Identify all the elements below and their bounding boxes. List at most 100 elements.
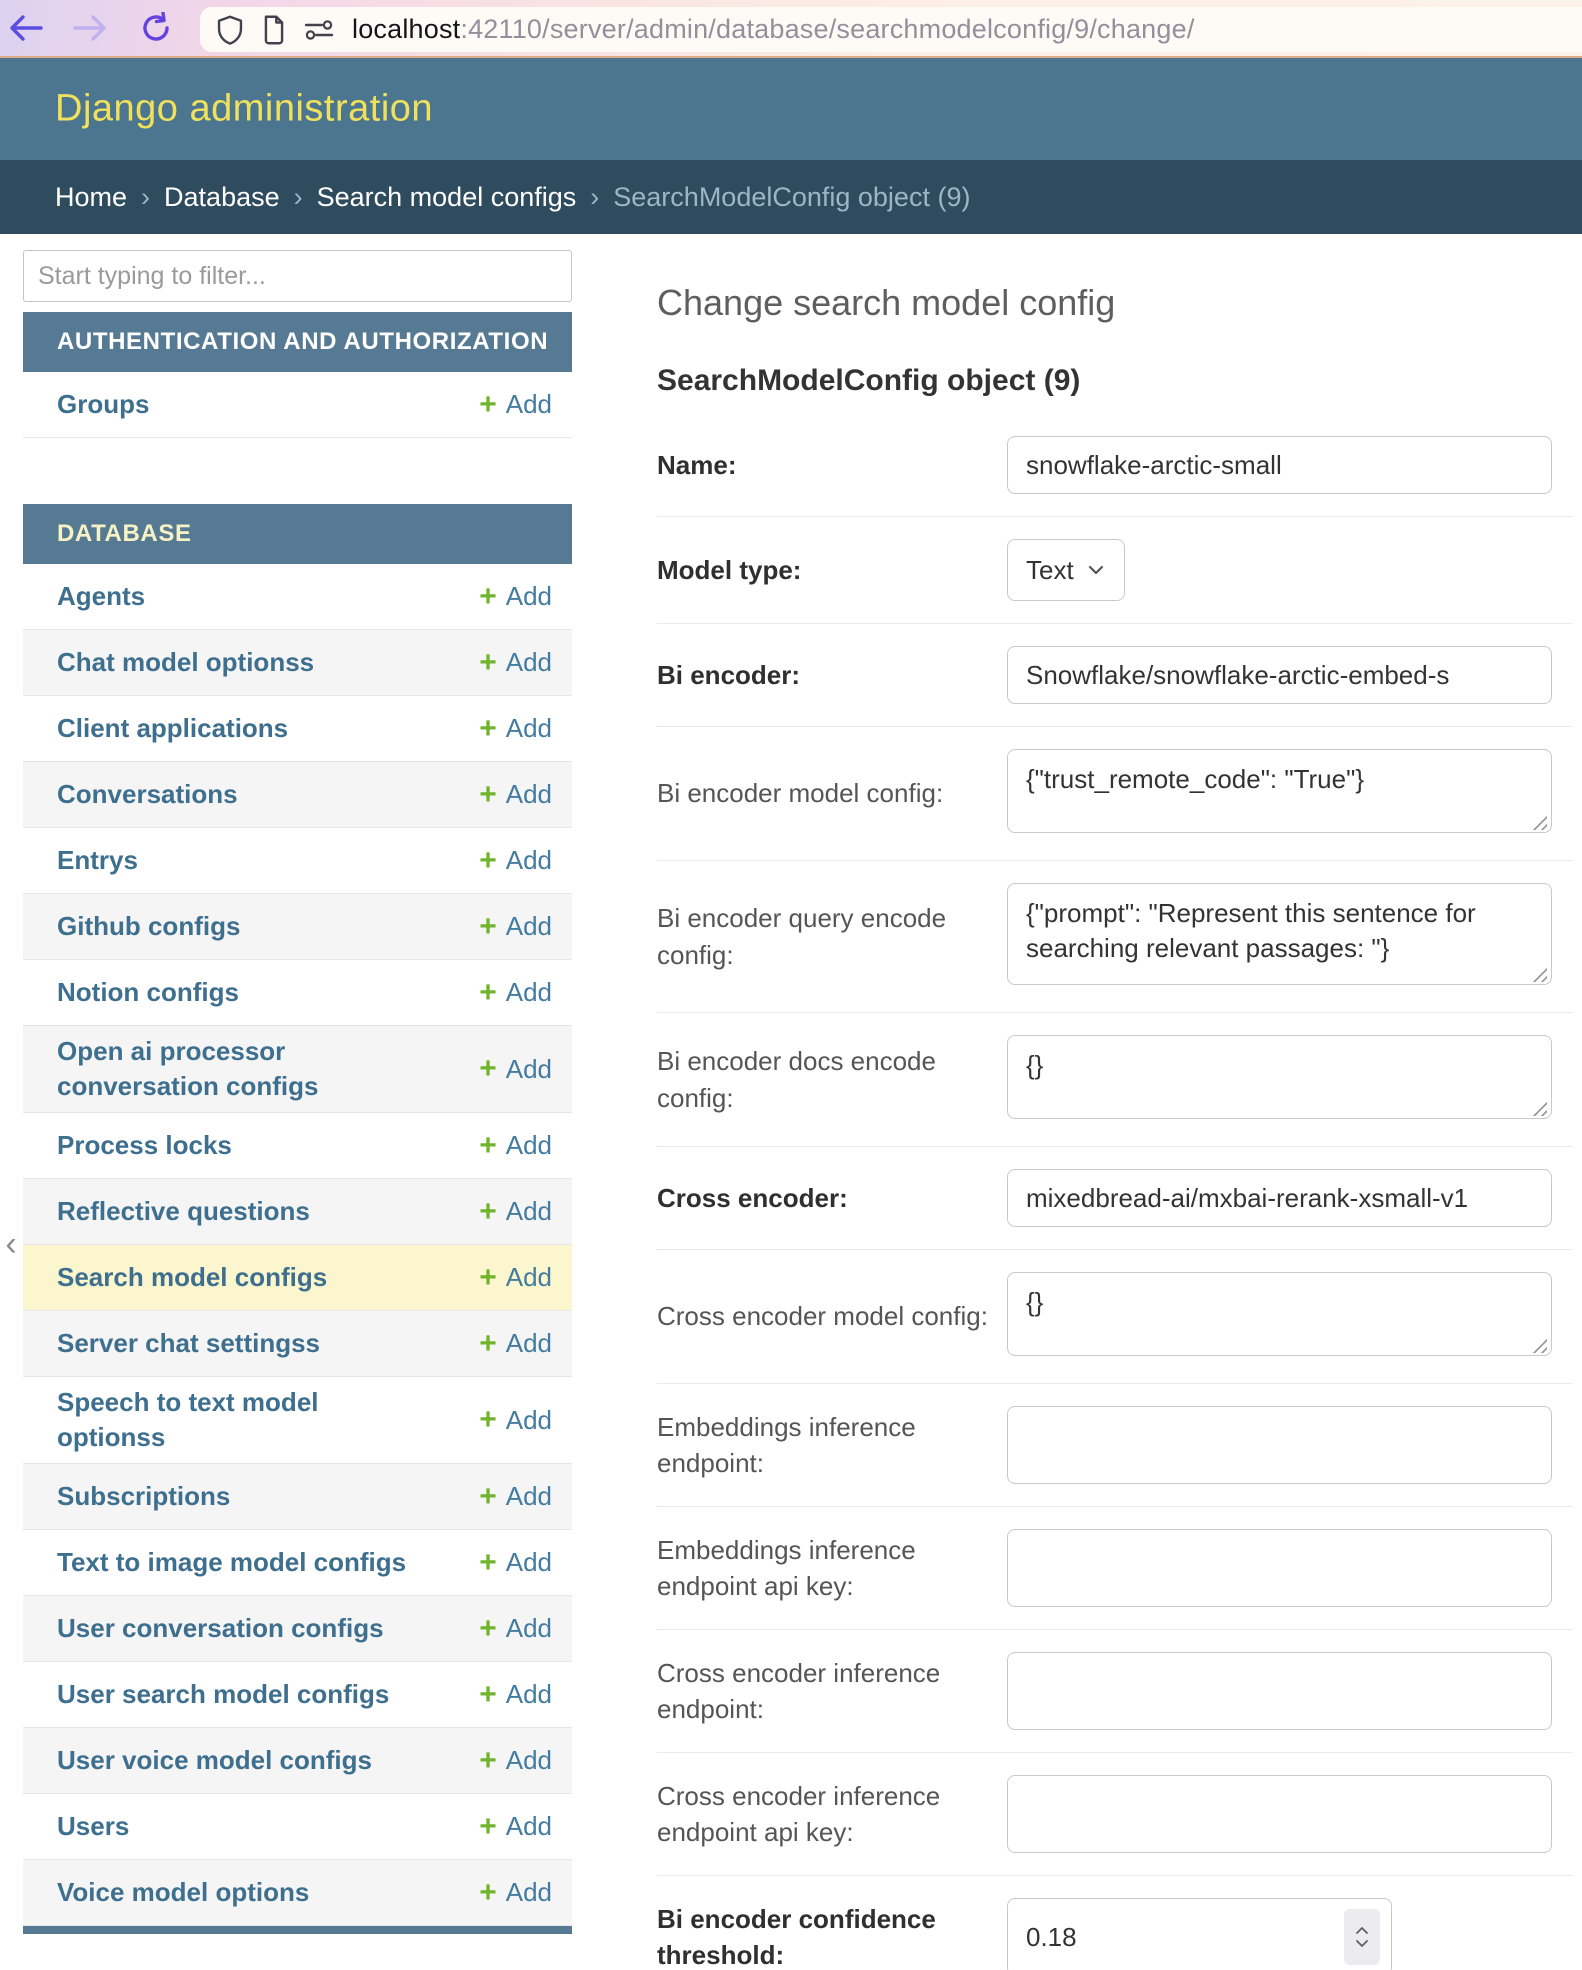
- field-label: Bi encoder query encode config:: [657, 900, 1007, 973]
- sidebar-item-link[interactable]: Voice model options: [57, 1875, 309, 1910]
- sidebar-blank-row: [23, 438, 572, 504]
- sidebar-item-link[interactable]: Server chat settingss: [57, 1326, 320, 1361]
- sidebar-item-search-model-configs[interactable]: Search model configs +Add: [23, 1245, 572, 1311]
- sidebar-item-link[interactable]: User search model configs: [57, 1677, 389, 1712]
- sidebar-item-users[interactable]: Users +Add: [23, 1794, 572, 1860]
- url-bar[interactable]: localhost:42110/server/admin/database/se…: [200, 7, 1582, 52]
- stepper-down-icon[interactable]: [1355, 1939, 1369, 1948]
- sidebar-item-reflective-questions[interactable]: Reflective questions +Add: [23, 1179, 572, 1245]
- bi-encoder-query-encode-config-textarea[interactable]: [1007, 883, 1552, 985]
- sidebar-item-link[interactable]: Groups: [57, 387, 149, 422]
- sidebar-item-notion-configs[interactable]: Notion configs +Add: [23, 960, 572, 1026]
- form-row-cross-encoder-inference-endpoint-api-key: Cross encoder inference endpoint api key…: [657, 1753, 1572, 1876]
- cross-encoder-input[interactable]: [1007, 1169, 1552, 1227]
- breadcrumb-separator: ›: [590, 182, 599, 213]
- sidebar-item-user-voice-model-configs[interactable]: User voice model configs +Add: [23, 1728, 572, 1794]
- sidebar-add-link[interactable]: +Add: [479, 1405, 552, 1436]
- sidebar-item-link[interactable]: Client applications: [57, 711, 288, 746]
- sidebar-item-link[interactable]: Conversations: [57, 777, 238, 812]
- sidebar-add-link[interactable]: +Add: [479, 845, 552, 876]
- sidebar-add-link[interactable]: +Add: [479, 713, 552, 744]
- sidebar-item-link[interactable]: Process locks: [57, 1128, 232, 1163]
- bi-encoder-docs-encode-config-textarea[interactable]: [1007, 1035, 1552, 1119]
- sidebar-item-link[interactable]: Chat model optionss: [57, 645, 314, 680]
- name-input[interactable]: [1007, 436, 1552, 494]
- sidebar-item-link[interactable]: Speech to text model optionss: [57, 1385, 427, 1455]
- sidebar-item-text-to-image-model-configs[interactable]: Text to image model configs +Add: [23, 1530, 572, 1596]
- sidebar-item-entrys[interactable]: Entrys +Add: [23, 828, 572, 894]
- object-title: SearchModelConfig object (9): [657, 364, 1572, 398]
- sidebar-add-link[interactable]: +Add: [479, 1613, 552, 1644]
- permissions-sliders-icon[interactable]: [304, 17, 334, 43]
- forward-arrow-icon: [73, 15, 107, 41]
- breadcrumb-link[interactable]: Home: [55, 182, 127, 213]
- sidebar-item-open-ai-processor-conversation-configs[interactable]: Open ai processor conversation configs +…: [23, 1026, 572, 1113]
- stepper-up-icon[interactable]: [1355, 1926, 1369, 1935]
- shield-icon[interactable]: [216, 15, 244, 45]
- sidebar-item-chat-model-optionss[interactable]: Chat model optionss +Add: [23, 630, 572, 696]
- sidebar-item-link[interactable]: User voice model configs: [57, 1743, 372, 1778]
- sidebar-item-groups[interactable]: Groups +Add: [23, 372, 572, 438]
- bi-encoder-confidence-threshold-input[interactable]: [1007, 1898, 1392, 1970]
- url-text[interactable]: localhost:42110/server/admin/database/se…: [352, 14, 1195, 45]
- sidebar-add-link[interactable]: +Add: [479, 581, 552, 612]
- embeddings-inference-endpoint-input[interactable]: [1007, 1406, 1552, 1484]
- embeddings-inference-endpoint-api-key-input[interactable]: [1007, 1529, 1552, 1607]
- sidebar-item-link[interactable]: User conversation configs: [57, 1611, 384, 1646]
- sidebar-item-subscriptions[interactable]: Subscriptions +Add: [23, 1464, 572, 1530]
- site-title[interactable]: Django administration: [55, 88, 433, 131]
- sidebar-add-link[interactable]: +Add: [479, 1745, 552, 1776]
- sidebar-item-link[interactable]: Open ai processor conversation configs: [57, 1034, 427, 1104]
- sidebar-add-link[interactable]: +Add: [479, 1054, 552, 1085]
- cross-encoder-inference-endpoint-api-key-input[interactable]: [1007, 1775, 1552, 1853]
- bi-encoder-input[interactable]: [1007, 646, 1552, 704]
- sidebar-item-voice-model-options[interactable]: Voice model options +Add: [23, 1860, 572, 1926]
- reload-button[interactable]: [136, 8, 176, 48]
- sidebar-item-client-applications[interactable]: Client applications +Add: [23, 696, 572, 762]
- model-type-select[interactable]: Text: [1007, 539, 1125, 601]
- sidebar-item-link[interactable]: Reflective questions: [57, 1194, 310, 1229]
- forward-button[interactable]: [70, 8, 110, 48]
- cross-encoder-model-config-textarea[interactable]: [1007, 1272, 1552, 1356]
- sidebar-item-link[interactable]: Entrys: [57, 843, 138, 878]
- nav-filter-input[interactable]: [23, 250, 572, 302]
- plus-icon: +: [479, 780, 497, 810]
- sidebar-add-link[interactable]: +Add: [479, 1328, 552, 1359]
- page-info-icon[interactable]: [262, 15, 286, 45]
- back-button[interactable]: [6, 8, 46, 48]
- sidebar-item-link[interactable]: Search model configs: [57, 1260, 327, 1295]
- sidebar-add-link[interactable]: +Add: [479, 1196, 552, 1227]
- sidebar-add-link[interactable]: +Add: [479, 977, 552, 1008]
- cross-encoder-inference-endpoint-input[interactable]: [1007, 1652, 1552, 1730]
- sidebar-item-conversations[interactable]: Conversations +Add: [23, 762, 572, 828]
- sidebar-collapse-toggle[interactable]: ‹: [0, 1224, 22, 1264]
- sidebar-add-link[interactable]: +Add: [479, 1877, 552, 1908]
- sidebar-item-user-search-model-configs[interactable]: User search model configs +Add: [23, 1662, 572, 1728]
- sidebar-item-link[interactable]: Notion configs: [57, 975, 239, 1010]
- sidebar-item-link[interactable]: Github configs: [57, 909, 240, 944]
- sidebar-item-user-conversation-configs[interactable]: User conversation configs +Add: [23, 1596, 572, 1662]
- sidebar-item-speech-to-text-model-optionss[interactable]: Speech to text model optionss +Add: [23, 1377, 572, 1464]
- number-stepper[interactable]: [1344, 1909, 1380, 1965]
- sidebar-item-link[interactable]: Users: [57, 1809, 129, 1844]
- sidebar-add-link[interactable]: +Add: [479, 1679, 552, 1710]
- sidebar-add-link[interactable]: +Add: [479, 1130, 552, 1161]
- sidebar-item-agents[interactable]: Agents +Add: [23, 564, 572, 630]
- sidebar-add-link[interactable]: +Add: [479, 779, 552, 810]
- sidebar-add-link[interactable]: +Add: [479, 389, 552, 420]
- sidebar-item-process-locks[interactable]: Process locks +Add: [23, 1113, 572, 1179]
- sidebar-add-link[interactable]: +Add: [479, 1811, 552, 1842]
- sidebar-item-server-chat-settingss[interactable]: Server chat settingss +Add: [23, 1311, 572, 1377]
- sidebar-item-github-configs[interactable]: Github configs +Add: [23, 894, 572, 960]
- sidebar-item-link[interactable]: Text to image model configs: [57, 1545, 406, 1580]
- breadcrumb-link[interactable]: Database: [164, 182, 280, 213]
- breadcrumb-link[interactable]: Search model configs: [317, 182, 577, 213]
- sidebar-add-link[interactable]: +Add: [479, 911, 552, 942]
- sidebar-item-link[interactable]: Agents: [57, 579, 145, 614]
- sidebar-add-link[interactable]: +Add: [479, 647, 552, 678]
- sidebar-add-link[interactable]: +Add: [479, 1547, 552, 1578]
- sidebar-item-link[interactable]: Subscriptions: [57, 1479, 230, 1514]
- sidebar-add-link[interactable]: +Add: [479, 1262, 552, 1293]
- bi-encoder-model-config-textarea[interactable]: [1007, 749, 1552, 833]
- sidebar-add-link[interactable]: +Add: [479, 1481, 552, 1512]
